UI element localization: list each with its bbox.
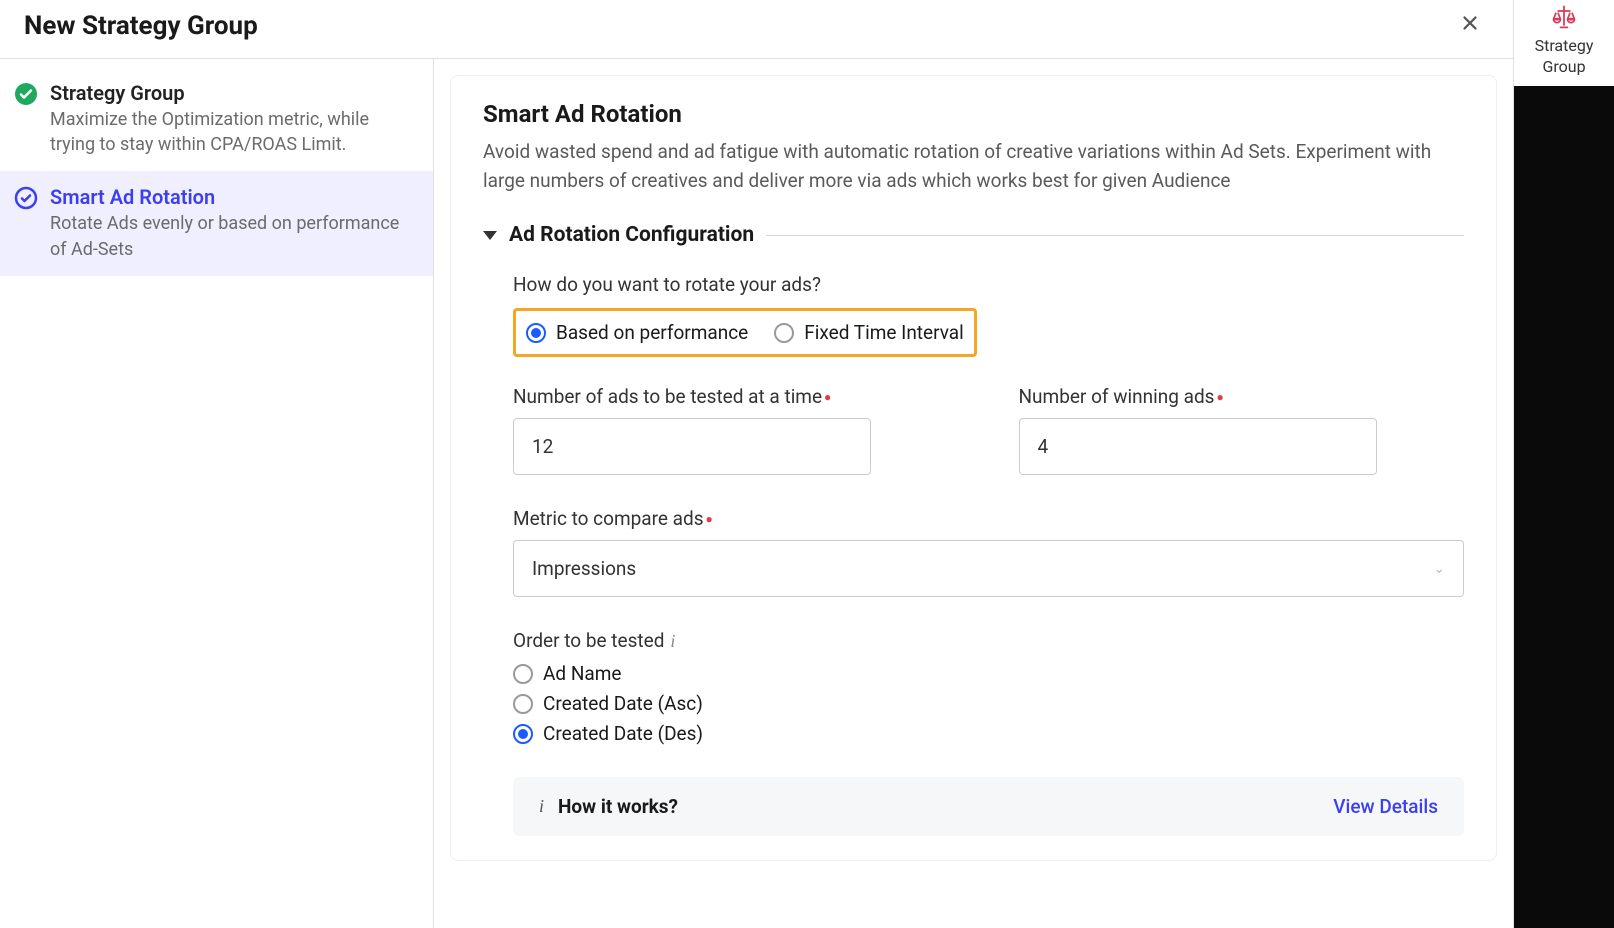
- info-icon[interactable]: i: [670, 631, 675, 651]
- radio-based-on-performance[interactable]: Based on performance: [526, 321, 748, 344]
- num-ads-input[interactable]: [513, 418, 871, 475]
- close-button[interactable]: [1451, 8, 1489, 44]
- step-smart-ad-rotation[interactable]: Smart Ad Rotation Rotate Ads evenly or b…: [0, 171, 433, 275]
- config-toggle[interactable]: Ad Rotation Configuration: [483, 223, 1464, 247]
- right-panel-label: Strategy Group: [1514, 36, 1614, 78]
- radio-label: Fixed Time Interval: [804, 321, 963, 344]
- caret-down-icon: [483, 231, 497, 240]
- step-desc: Maximize the Optimization metric, while …: [50, 107, 413, 157]
- main-content: Smart Ad Rotation Avoid wasted spend and…: [450, 75, 1497, 861]
- config-title: Ad Rotation Configuration: [509, 223, 754, 247]
- section-desc: Avoid wasted spend and ad fatigue with a…: [483, 138, 1464, 195]
- radio-icon: [513, 724, 533, 744]
- steps-sidebar: Strategy Group Maximize the Optimization…: [0, 59, 434, 928]
- order-label: Order to be testedi: [513, 629, 1464, 652]
- step-desc: Rotate Ads evenly or based on performanc…: [50, 211, 413, 261]
- radio-icon: [513, 694, 533, 714]
- rotation-type-group: Based on performance Fixed Time Interval: [513, 308, 977, 357]
- radio-fixed-time-interval[interactable]: Fixed Time Interval: [774, 321, 963, 344]
- right-panel: Strategy Group: [1514, 0, 1614, 928]
- metric-value: Impressions: [532, 557, 636, 580]
- check-circle-icon: [14, 82, 38, 106]
- radio-label: Based on performance: [556, 321, 748, 344]
- radio-icon: [513, 664, 533, 684]
- divider: [766, 235, 1464, 236]
- num-win-label: Number of winning ads●: [1019, 385, 1465, 408]
- view-details-link[interactable]: View Details: [1333, 795, 1438, 818]
- radio-order-created-asc[interactable]: Created Date (Asc): [513, 692, 1464, 715]
- section-title: Smart Ad Rotation: [483, 100, 1464, 128]
- step-strategy-group[interactable]: Strategy Group Maximize the Optimization…: [0, 67, 433, 171]
- required-marker: ●: [1216, 390, 1223, 404]
- rotate-question: How do you want to rotate your ads?: [513, 273, 1464, 296]
- num-ads-label: Number of ads to be tested at a time●: [513, 385, 959, 408]
- radio-icon: [526, 323, 546, 343]
- header: New Strategy Group: [0, 0, 1513, 59]
- radio-icon: [774, 323, 794, 343]
- step-title: Strategy Group: [50, 81, 413, 105]
- how-it-works-title: How it works?: [558, 795, 678, 818]
- close-icon: [1459, 12, 1481, 34]
- step-title: Smart Ad Rotation: [50, 185, 413, 209]
- radio-label: Created Date (Des): [543, 722, 703, 745]
- radio-order-ad-name[interactable]: Ad Name: [513, 662, 1464, 685]
- required-marker: ●: [706, 512, 713, 526]
- num-win-input[interactable]: [1019, 418, 1377, 475]
- right-panel-dark: [1514, 86, 1614, 928]
- metric-label: Metric to compare ads●: [513, 507, 1464, 530]
- how-it-works-panel: i How it works? View Details: [513, 777, 1464, 836]
- metric-select[interactable]: Impressions ⌄: [513, 540, 1464, 597]
- radio-order-created-des[interactable]: Created Date (Des): [513, 722, 1464, 745]
- info-icon: i: [539, 796, 544, 817]
- radio-label: Ad Name: [543, 662, 621, 685]
- radio-checked-icon: [14, 186, 38, 210]
- scales-icon[interactable]: [1550, 4, 1578, 32]
- required-marker: ●: [824, 390, 831, 404]
- page-title: New Strategy Group: [24, 11, 258, 41]
- radio-label: Created Date (Asc): [543, 692, 703, 715]
- chevron-down-icon: ⌄: [1433, 561, 1445, 577]
